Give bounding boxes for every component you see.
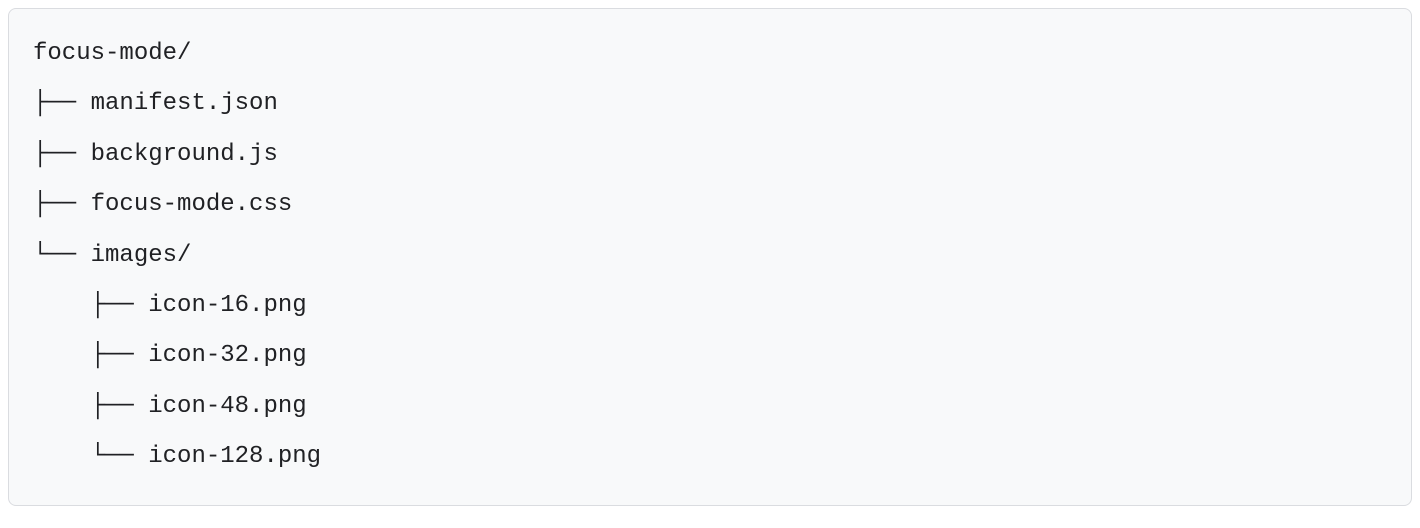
tree-file: focus-mode.css bbox=[91, 191, 293, 218]
tree-indent bbox=[33, 342, 91, 369]
tree-indent bbox=[33, 443, 91, 470]
tree-branch-connector: ├── bbox=[91, 342, 134, 369]
tree-branch-connector: ├── bbox=[91, 292, 134, 319]
tree-branch-connector: ├── bbox=[33, 90, 76, 117]
tree-folder: images/ bbox=[91, 242, 192, 269]
tree-indent bbox=[33, 292, 91, 319]
tree-file: background.js bbox=[91, 141, 278, 168]
tree-branch-connector: ├── bbox=[33, 141, 76, 168]
file-tree: focus-mode/ ├── manifest.json ├── backgr… bbox=[8, 8, 1412, 506]
tree-indent bbox=[33, 393, 91, 420]
tree-file: icon-16.png bbox=[148, 292, 306, 319]
tree-file: manifest.json bbox=[91, 90, 278, 117]
tree-branch-connector: └── bbox=[91, 443, 134, 470]
tree-branch-connector: └── bbox=[33, 242, 76, 269]
tree-branch-connector: ├── bbox=[33, 191, 76, 218]
tree-root: focus-mode/ bbox=[33, 40, 191, 67]
tree-file: icon-128.png bbox=[148, 443, 321, 470]
tree-branch-connector: ├── bbox=[91, 393, 134, 420]
tree-file: icon-48.png bbox=[148, 393, 306, 420]
tree-file: icon-32.png bbox=[148, 342, 306, 369]
